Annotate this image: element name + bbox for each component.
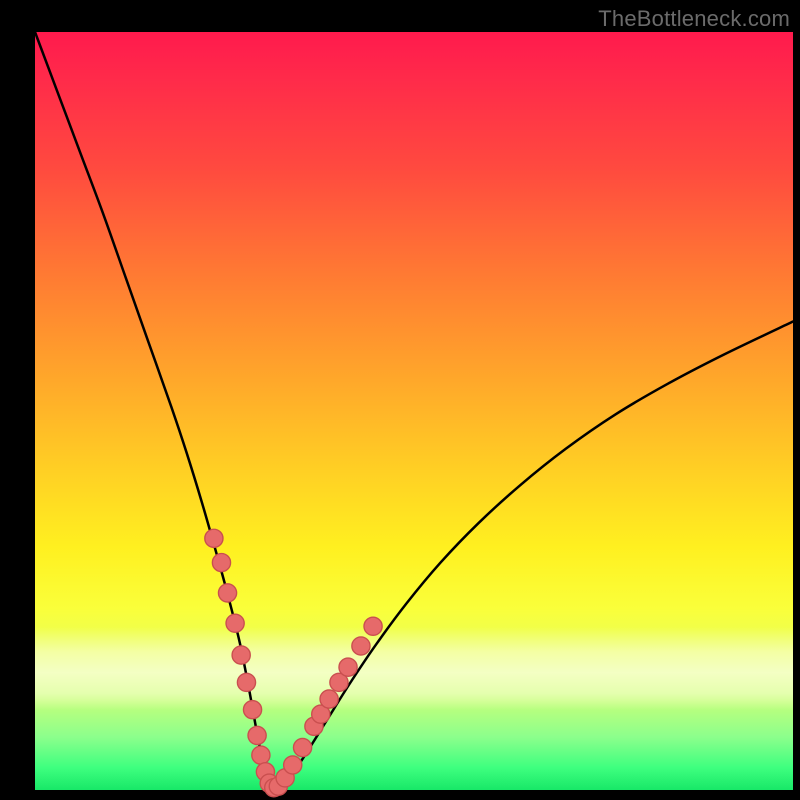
watermark-text: TheBottleneck.com [598,6,790,32]
sample-dot [232,646,250,664]
sample-dot [339,658,357,676]
sample-dot [243,701,261,719]
sample-dot [248,726,266,744]
plot-svg [35,32,793,790]
sample-dots [205,529,382,797]
sample-dot [284,756,302,774]
sample-dot [205,529,223,547]
sample-dot [293,738,311,756]
sample-dot [320,690,338,708]
sample-dot [212,554,230,572]
sample-dot [364,617,382,635]
sample-dot [352,637,370,655]
sample-dot [218,584,236,602]
sample-dot [252,746,270,764]
chart-frame: TheBottleneck.com [0,0,800,800]
bottleneck-curve [35,32,793,789]
sample-dot [226,614,244,632]
sample-dot [237,673,255,691]
plot-area [35,32,793,790]
